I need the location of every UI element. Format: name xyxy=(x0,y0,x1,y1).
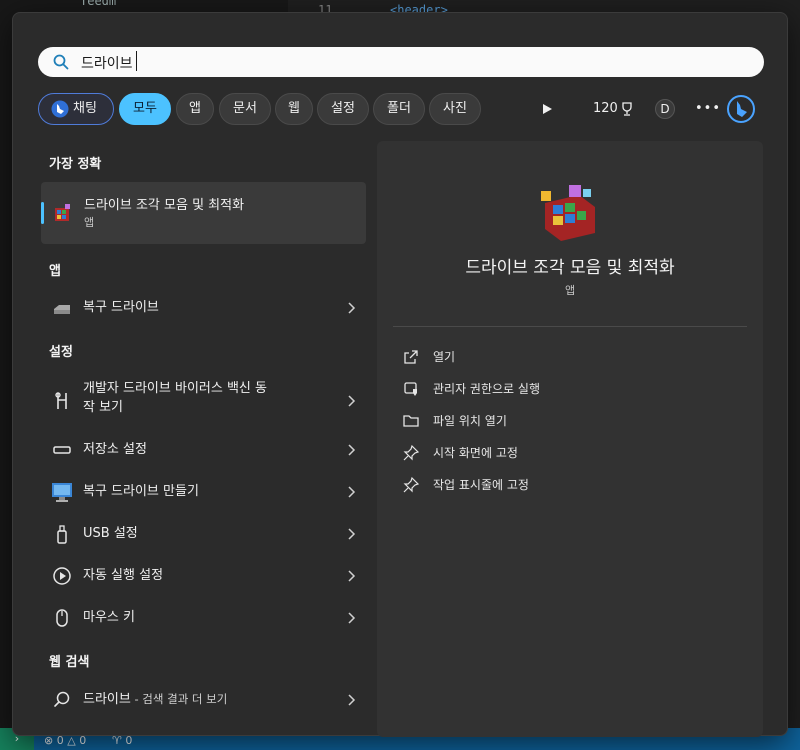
best-match-heading: 가장 정확 xyxy=(49,157,102,172)
filter-chip-web[interactable]: 웹 xyxy=(275,93,313,125)
app-result-recovery-drive[interactable]: 복구 드라이브 xyxy=(41,288,366,328)
search-box[interactable]: 드라이브 xyxy=(38,47,764,77)
best-match-item[interactable]: 드라이브 조각 모음 및 최적화 앱 xyxy=(41,182,366,244)
usb-icon xyxy=(57,525,67,544)
defrag-icon xyxy=(55,204,70,221)
action-open[interactable]: 열기 xyxy=(403,345,733,369)
chevron-right-icon xyxy=(348,570,356,582)
rewards-points[interactable]: 120 xyxy=(593,93,618,125)
setting-result-mouse-keys[interactable]: 마우스 키 xyxy=(41,598,366,638)
filter-chip-folders[interactable]: 폴더 xyxy=(373,93,425,125)
chat-chip[interactable]: 채팅 xyxy=(38,93,114,125)
settings-heading: 설정 xyxy=(49,345,73,360)
setting-result-label: 저장소 설정 xyxy=(83,442,147,457)
action-pin-to-start[interactable]: 시작 화면에 고정 xyxy=(403,441,733,465)
bing-chat-icon xyxy=(51,100,69,118)
more-options-icon[interactable]: ••• xyxy=(695,93,721,125)
action-label: 작업 표시줄에 고정 xyxy=(433,478,529,492)
action-label: 열기 xyxy=(433,350,456,364)
search-icon xyxy=(54,691,70,707)
apps-heading: 앱 xyxy=(49,264,61,279)
web-search-result[interactable]: 드라이브 - 검색 결과 더 보기 xyxy=(41,680,366,720)
filter-chip-settings[interactable]: 설정 xyxy=(317,93,369,125)
filter-chip-photos[interactable]: 사진 xyxy=(429,93,481,125)
action-label: 관리자 권한으로 실행 xyxy=(433,382,540,396)
setting-result-label: 개발자 드라이브 바이러스 백신 동 작 보기 xyxy=(83,381,267,415)
selection-indicator xyxy=(41,202,44,224)
setting-result-label: 자동 실행 설정 xyxy=(83,568,164,583)
action-open-file-location[interactable]: 파일 위치 열기 xyxy=(403,409,733,433)
storage-icon xyxy=(53,446,71,454)
preview-divider xyxy=(393,326,747,327)
action-label: 시작 화면에 고정 xyxy=(433,446,518,460)
setting-result-dev-drive-antivirus[interactable]: 개발자 드라이브 바이러스 백신 동 작 보기 xyxy=(41,377,366,425)
best-match-title: 드라이브 조각 모음 및 최적화 xyxy=(84,198,245,213)
chevron-right-icon xyxy=(348,302,356,314)
action-label: 파일 위치 열기 xyxy=(433,414,507,428)
search-icon xyxy=(53,54,69,70)
open-external-icon xyxy=(404,350,418,364)
pin-icon xyxy=(403,445,419,461)
preview-pane: 드라이브 조각 모음 및 최적화 앱 열기 관리자 권한으로 실행 파일 위치 … xyxy=(377,141,763,737)
web-search-label: 드라이브 - 검색 결과 더 보기 xyxy=(83,692,228,707)
filter-chip-all[interactable]: 모두 xyxy=(119,93,171,125)
start-search-panel: 드라이브 채팅 모두 앱 문서 웹 설정 폴더 사진 120 D ••• 가장 … xyxy=(12,12,788,737)
drive-icon xyxy=(54,305,70,314)
explorer-item: Teedm xyxy=(80,0,117,8)
chevron-right-icon xyxy=(348,612,356,624)
setting-result-label: 복구 드라이브 만들기 xyxy=(83,484,199,499)
text-caret xyxy=(136,51,137,71)
folder-icon xyxy=(403,415,419,427)
action-run-as-admin[interactable]: 관리자 권한으로 실행 xyxy=(403,377,733,401)
setting-result-usb[interactable]: USB 설정 xyxy=(41,514,366,554)
chevron-right-icon xyxy=(348,395,356,407)
best-match-type: 앱 xyxy=(84,216,95,229)
chevron-right-icon xyxy=(348,486,356,498)
chevron-right-icon xyxy=(348,444,356,456)
setting-result-autoplay[interactable]: 자동 실행 설정 xyxy=(41,556,366,596)
app-result-label: 복구 드라이브 xyxy=(83,300,159,315)
account-avatar[interactable]: D xyxy=(655,99,675,119)
setting-result-create-recovery-drive[interactable]: 복구 드라이브 만들기 xyxy=(41,472,366,512)
shield-tool-icon xyxy=(55,392,67,409)
pin-icon xyxy=(403,477,419,493)
mouse-icon xyxy=(56,609,68,627)
play-icon[interactable] xyxy=(541,103,553,115)
preview-title: 드라이브 조각 모음 및 최적화 xyxy=(465,258,675,278)
preview-subtitle: 앱 xyxy=(564,284,576,297)
autoplay-icon xyxy=(53,567,71,585)
defrag-icon xyxy=(541,185,595,241)
setting-result-label: USB 설정 xyxy=(83,526,138,541)
trophy-icon xyxy=(622,102,632,116)
filter-chip-documents[interactable]: 문서 xyxy=(219,93,271,125)
web-search-heading: 웹 검색 xyxy=(49,655,90,670)
action-pin-to-taskbar[interactable]: 작업 표시줄에 고정 xyxy=(403,473,733,497)
admin-shield-icon xyxy=(404,382,417,396)
bing-icon[interactable] xyxy=(726,94,756,124)
chevron-right-icon xyxy=(348,528,356,540)
monitor-icon xyxy=(52,483,72,502)
filter-chip-apps[interactable]: 앱 xyxy=(176,93,214,125)
setting-result-storage[interactable]: 저장소 설정 xyxy=(41,430,366,470)
chevron-right-icon xyxy=(348,694,356,706)
setting-result-label: 마우스 키 xyxy=(83,610,135,625)
search-input[interactable]: 드라이브 xyxy=(81,53,133,73)
